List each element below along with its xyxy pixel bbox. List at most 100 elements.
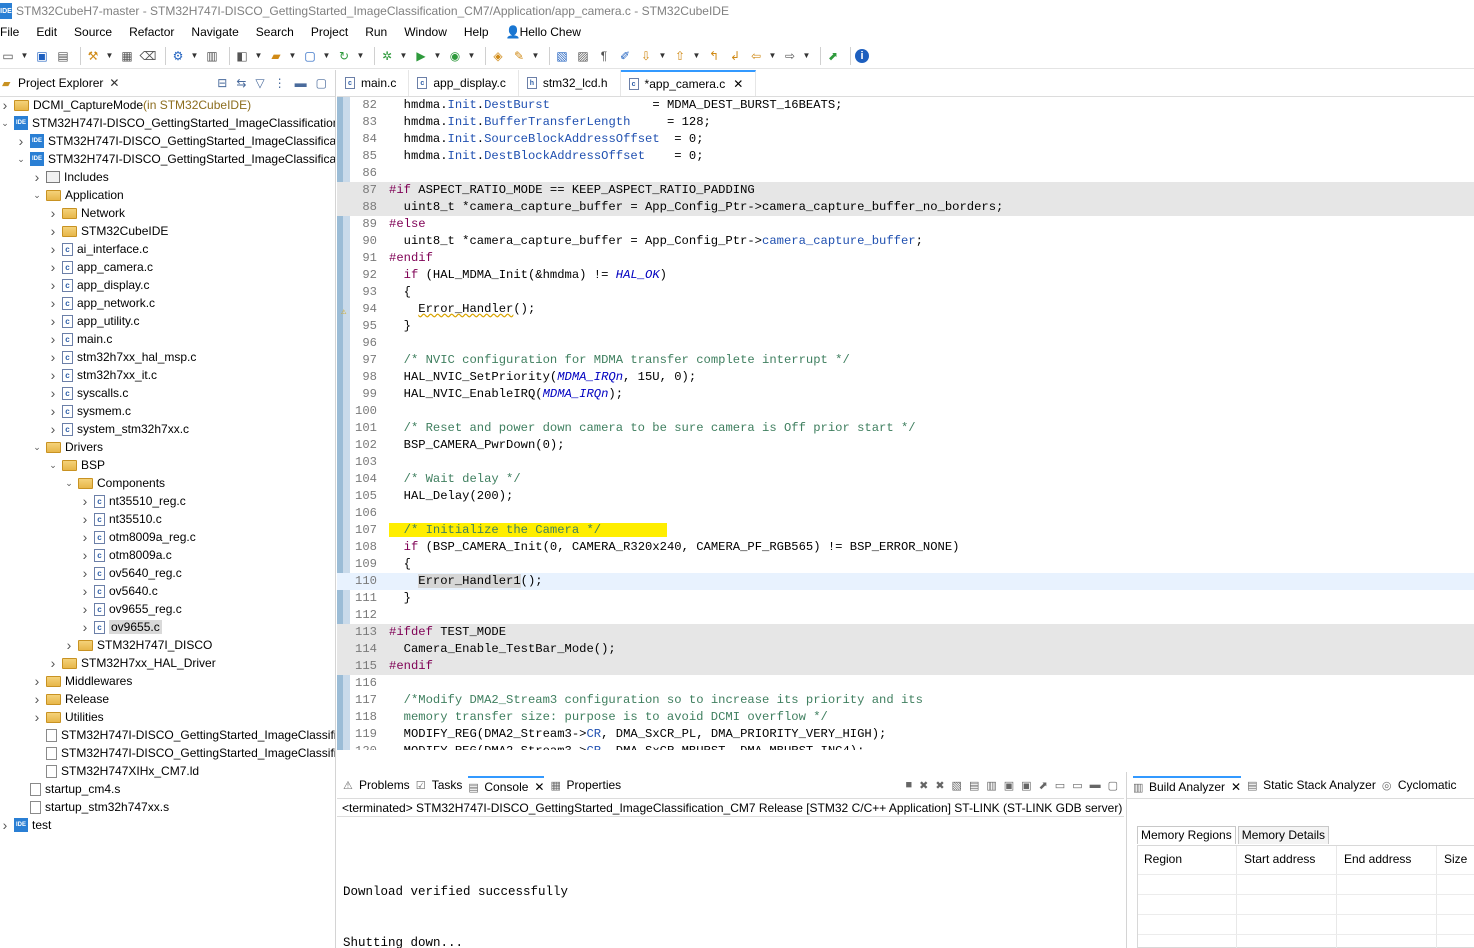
- chevron-right-icon[interactable]: ›: [16, 133, 26, 149]
- menu-run[interactable]: Run: [365, 25, 387, 39]
- chevron-down-icon[interactable]: ▼: [659, 48, 667, 64]
- build-hammer-icon[interactable]: ⚒: [85, 48, 101, 64]
- chevron-right-icon[interactable]: ›: [48, 403, 58, 419]
- chevron-down-icon[interactable]: ▼: [255, 48, 263, 64]
- code-line[interactable]: 99 HAL_NVIC_EnableIRQ(MDMA_IRQn);: [337, 386, 1474, 403]
- chevron-right-icon[interactable]: ›: [48, 367, 58, 383]
- menu-search[interactable]: Search: [256, 25, 294, 39]
- tree-item[interactable]: › c app_network.c: [0, 294, 335, 312]
- new-folder-icon[interactable]: ▰: [268, 48, 284, 64]
- open-type-icon[interactable]: ◈: [490, 48, 506, 64]
- column-header-end-address[interactable]: End address: [1344, 852, 1411, 866]
- chevron-right-icon[interactable]: ›: [32, 673, 42, 689]
- search-icon[interactable]: ✎: [511, 48, 527, 64]
- menu-edit[interactable]: Edit: [36, 25, 57, 39]
- code-line[interactable]: 89 #else: [337, 216, 1474, 233]
- last-edit-icon[interactable]: ↰: [706, 48, 722, 64]
- chevron-right-icon[interactable]: ›: [48, 295, 58, 311]
- menu-navigate[interactable]: Navigate: [191, 25, 238, 39]
- chevron-right-icon[interactable]: ›: [80, 619, 90, 635]
- column-header-size[interactable]: Size: [1444, 852, 1467, 866]
- editor-tab[interactable]: c *app_camera.c ✕: [620, 70, 757, 96]
- chevron-down-icon[interactable]: ⌄: [48, 460, 58, 471]
- chevron-right-icon[interactable]: ›: [80, 511, 90, 527]
- tree-item[interactable]: › c system_stm32h7xx.c: [0, 420, 335, 438]
- view-menu-icon[interactable]: ⋮: [274, 76, 286, 90]
- chevron-right-icon[interactable]: ›: [32, 169, 42, 185]
- tree-item[interactable]: › c ov9655_reg.c: [0, 600, 335, 618]
- chevron-right-icon[interactable]: ›: [32, 691, 42, 707]
- code-line[interactable]: 108 if (BSP_CAMERA_Init(0, CAMERA_R320x2…: [337, 539, 1474, 556]
- tab-memory-details[interactable]: Memory Details: [1237, 826, 1330, 844]
- tab-problems[interactable]: ⚠ Problems: [343, 778, 410, 792]
- tree-item[interactable]: ⌄ BSP: [0, 456, 335, 474]
- editor-tab[interactable]: h stm32_lcd.h: [519, 70, 621, 96]
- tree-item[interactable]: ⌄ IDE STM32H747I-DISCO_GettingStarted_Imag…: [0, 114, 335, 132]
- tree-item[interactable]: › STM32H747I_DISCO: [0, 636, 335, 654]
- clean-icon[interactable]: ⌫: [140, 48, 157, 64]
- show-whitespace-icon[interactable]: ¶: [596, 48, 612, 64]
- tree-item[interactable]: › Utilities: [0, 708, 335, 726]
- terminate-icon[interactable]: ■: [905, 779, 912, 791]
- code-line[interactable]: 119 MODIFY_REG(DMA2_Stream3->CR, DMA_SxC…: [337, 726, 1474, 743]
- new-file-icon[interactable]: ▢: [302, 48, 318, 64]
- tree-item[interactable]: › Includes: [0, 168, 335, 186]
- chevron-right-icon[interactable]: ›: [48, 385, 58, 401]
- code-line[interactable]: 86: [337, 165, 1474, 182]
- toggle-mark-icon[interactable]: ▧: [554, 48, 570, 64]
- chevron-right-icon[interactable]: ›: [80, 583, 90, 599]
- highlight-icon[interactable]: ✐: [617, 48, 633, 64]
- tree-item[interactable]: ⌄ Drivers: [0, 438, 335, 456]
- chevron-right-icon[interactable]: ›: [32, 709, 42, 725]
- column-header-region[interactable]: Region: [1144, 852, 1182, 866]
- code-line[interactable]: 92 if (HAL_MDMA_Init(&hmdma) != HAL_OK): [337, 267, 1474, 284]
- code-area[interactable]: 82 hmdma.Init.DestBurst = MDMA_DEST_BURS…: [337, 97, 1474, 750]
- tree-item[interactable]: › c app_utility.c: [0, 312, 335, 330]
- chevron-right-icon[interactable]: ›: [48, 421, 58, 437]
- code-line[interactable]: 101 /* Reset and power down camera to be…: [337, 420, 1474, 437]
- chevron-down-icon[interactable]: ▼: [289, 48, 297, 64]
- code-line[interactable]: 100: [337, 403, 1474, 420]
- tree-item[interactable]: › DCMI_CaptureMode (in STM32CubeIDE): [0, 96, 335, 114]
- chevron-down-icon[interactable]: ⌄: [16, 154, 26, 165]
- column-header-start-address[interactable]: Start address: [1244, 852, 1315, 866]
- info-icon[interactable]: i: [855, 48, 869, 63]
- tree-item[interactable]: › Release: [0, 690, 335, 708]
- tree-item[interactable]: › STM32H7xx_HAL_Driver: [0, 654, 335, 672]
- code-line[interactable]: 91 #endif: [337, 250, 1474, 267]
- tree-item[interactable]: › c syscalls.c: [0, 384, 335, 402]
- code-line[interactable]: 104 /* Wait delay */: [337, 471, 1474, 488]
- warning-icon[interactable]: ⚠: [341, 304, 351, 317]
- display-console-icon[interactable]: ▭: [1055, 779, 1065, 792]
- project-explorer-tab[interactable]: ▰ Project Explorer ✕ ⊟ ⇆ ▽ ⋮ ▬ ▢: [0, 70, 335, 97]
- tree-item[interactable]: › STM32CubeIDE: [0, 222, 335, 240]
- chevron-right-icon[interactable]: ›: [48, 349, 58, 365]
- code-line[interactable]: 109 {: [337, 556, 1474, 573]
- build-all-icon[interactable]: ▦: [119, 48, 135, 64]
- chevron-down-icon[interactable]: ▼: [693, 48, 701, 64]
- editor-tab[interactable]: c app_display.c: [409, 70, 519, 96]
- user-greeting[interactable]: 👤Hello Chew: [506, 25, 581, 39]
- refresh-icon[interactable]: ↻: [336, 48, 352, 64]
- block-select-icon[interactable]: ▨: [575, 48, 591, 64]
- forward-icon[interactable]: ⇨: [782, 48, 798, 64]
- code-line[interactable]: 102 BSP_CAMERA_PwrDown(0);: [337, 437, 1474, 454]
- tree-item[interactable]: ⌄ Components: [0, 474, 335, 492]
- debug-bug-icon[interactable]: ✲: [379, 48, 395, 64]
- chevron-right-icon[interactable]: ›: [48, 241, 58, 257]
- tab-tasks[interactable]: ☑ Tasks: [416, 778, 463, 792]
- chevron-right-icon[interactable]: ›: [80, 529, 90, 545]
- tree-item[interactable]: › c nt35510.c: [0, 510, 335, 528]
- tree-item[interactable]: › c sysmem.c: [0, 402, 335, 420]
- chevron-right-icon[interactable]: ›: [64, 637, 74, 653]
- remove-all-icon[interactable]: ✖: [935, 779, 944, 792]
- code-line[interactable]: 105 HAL_Delay(200);: [337, 488, 1474, 505]
- chevron-down-icon[interactable]: ▼: [21, 48, 29, 64]
- code-line[interactable]: 82 hmdma.Init.DestBurst = MDMA_DEST_BURS…: [337, 97, 1474, 114]
- code-line[interactable]: 118 memory transfer size: purpose is to …: [337, 709, 1474, 726]
- code-line[interactable]: 116: [337, 675, 1474, 692]
- close-icon[interactable]: ✕: [534, 780, 544, 794]
- chevron-down-icon[interactable]: ⌄: [32, 442, 42, 453]
- clear-console-icon[interactable]: ▧: [952, 779, 962, 792]
- run-icon[interactable]: ▶: [413, 48, 429, 64]
